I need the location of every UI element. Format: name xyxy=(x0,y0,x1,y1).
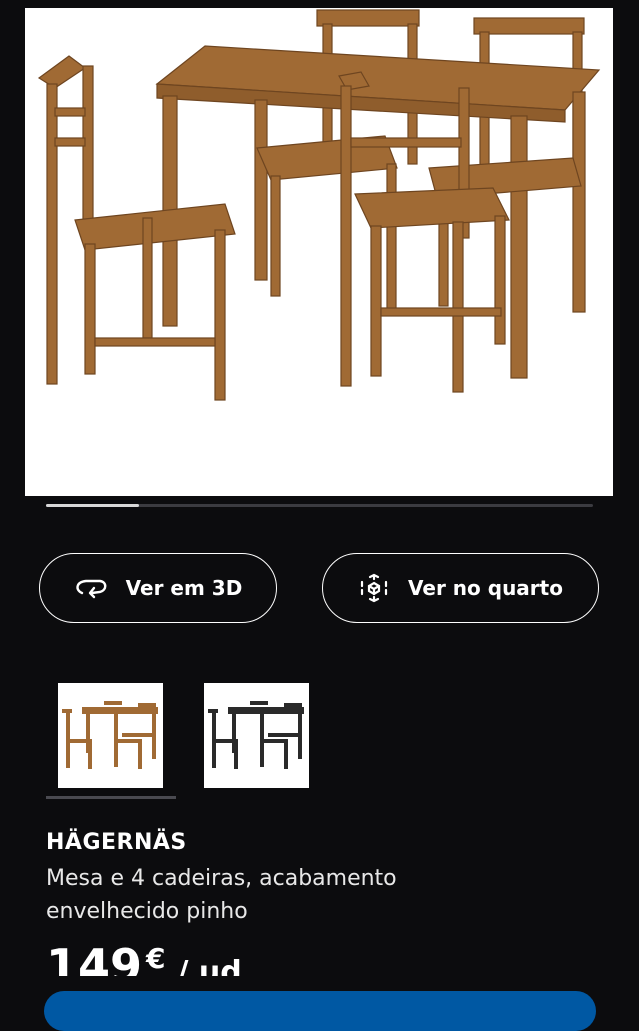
product-name: HÄGERNÄS xyxy=(46,830,187,855)
selected-variant-indicator xyxy=(46,796,176,799)
view-3d-button[interactable]: Ver em 3D xyxy=(39,553,277,623)
table-and-chairs-illustration xyxy=(37,9,601,401)
ar-cube-icon xyxy=(360,573,388,603)
gallery-progress xyxy=(46,504,593,507)
rotate-3d-icon xyxy=(76,579,107,599)
variant-black-image xyxy=(208,701,304,769)
view-in-room-label: Ver no quarto xyxy=(408,576,563,600)
product-price: 149 € / ud xyxy=(46,936,242,976)
variant-swatch-black[interactable] xyxy=(204,683,309,788)
price-currency: € xyxy=(146,942,166,975)
variant-pine-image xyxy=(62,701,158,769)
view-in-room-button[interactable]: Ver no quarto xyxy=(322,553,599,623)
price-amount: 149 xyxy=(46,939,143,976)
gallery-progress-fill xyxy=(46,504,139,507)
product-image[interactable] xyxy=(25,8,613,496)
price-unit: / ud xyxy=(177,955,242,976)
add-to-cart-button[interactable] xyxy=(44,991,596,1031)
product-description: Mesa e 4 cadeiras, acabamento envelhecid… xyxy=(46,866,397,924)
variant-swatch-pine[interactable] xyxy=(58,683,163,788)
view-3d-label: Ver em 3D xyxy=(125,576,243,600)
